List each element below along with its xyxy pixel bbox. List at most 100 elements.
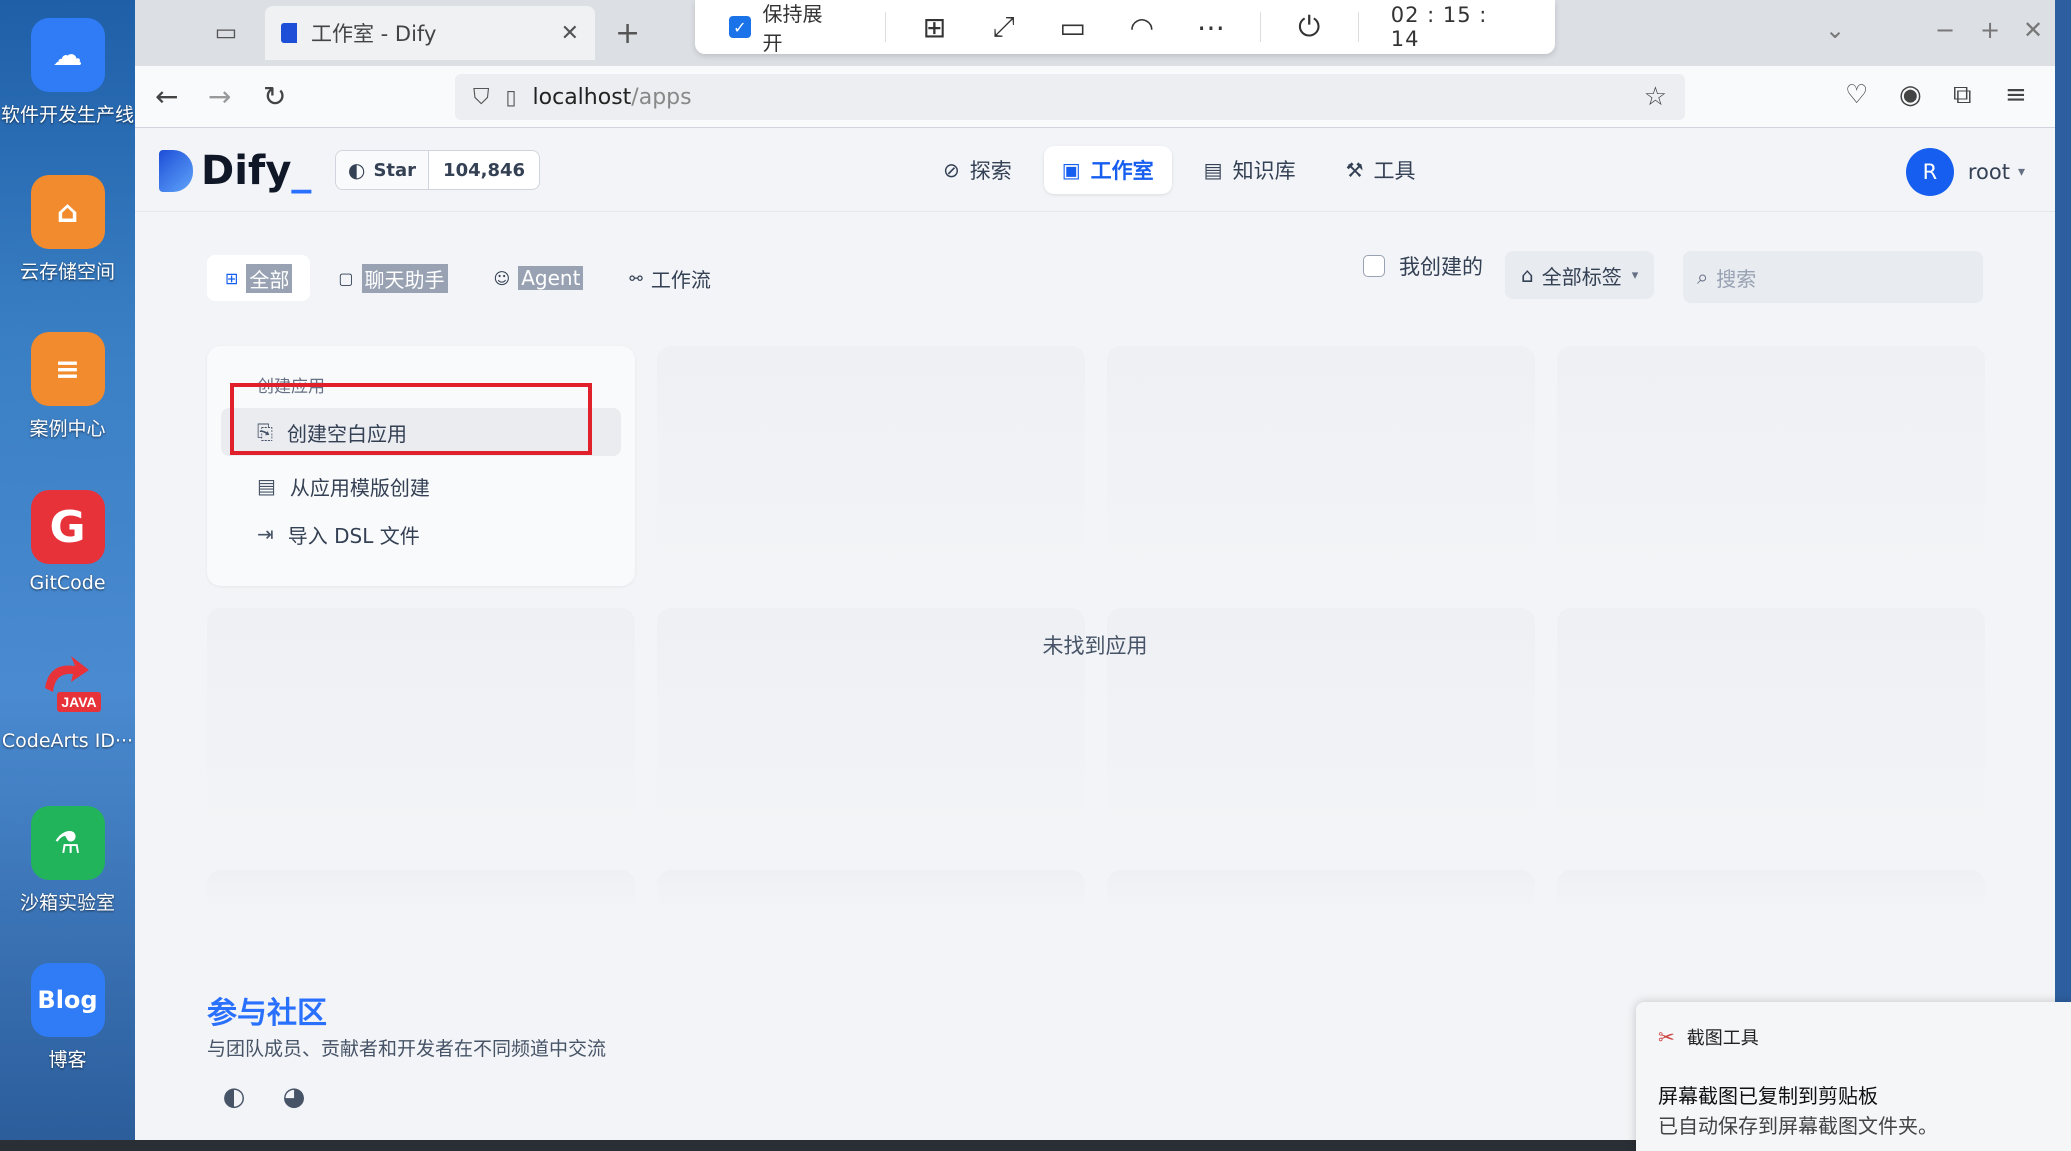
shield-icon[interactable]: ⛉ — [473, 85, 490, 110]
nav-label: 知识库 — [1232, 159, 1296, 183]
session-timer: 02 : 15 : 14 — [1390, 3, 1488, 51]
desktop-icons: ☁ 软件开发生产线 ⌂ 云存储空间 ≡ 案例中心 G GitCode JAVA … — [0, 0, 135, 1151]
pocket-icon[interactable]: ♡ — [1845, 80, 1868, 110]
blog-icon: Blog — [30, 963, 105, 1037]
keep-expanded-label: 保持展开 — [762, 2, 823, 55]
forward-arrow-icon[interactable]: → — [208, 80, 231, 113]
search-input[interactable]: ⌕ 搜索 — [1683, 251, 1983, 303]
keep-expanded-checkbox[interactable]: ✓ — [729, 16, 751, 38]
placeholder-card — [1557, 346, 1985, 586]
my-created-toggle[interactable]: 我创建的 — [1363, 251, 1483, 281]
display-icon[interactable]: ▭ — [1053, 9, 1092, 45]
desktop-item-case-center[interactable]: ≡ 案例中心 — [0, 332, 135, 441]
new-tab-icon[interactable]: + — [615, 16, 640, 51]
tab-title: 工作室 - Dify — [311, 22, 437, 46]
nav-explore[interactable]: ⊘ 探索 — [925, 146, 1030, 194]
book-icon: ▤ — [1203, 158, 1223, 182]
chat-icon: ▢ — [338, 268, 354, 288]
reload-icon[interactable]: ↻ — [263, 80, 286, 113]
user-name: root — [1967, 160, 2010, 184]
sandbox-lab-icon: ⚗ — [30, 806, 105, 880]
power-icon[interactable]: ⏻ — [1290, 9, 1329, 45]
robot-icon: ▣ — [1061, 158, 1081, 182]
workflow-icon: ⚯ — [629, 268, 643, 288]
page-info-icon[interactable]: ▯ — [506, 85, 517, 109]
nav-tools[interactable]: ⚒ 工具 — [1328, 146, 1434, 194]
my-created-checkbox[interactable] — [1363, 255, 1385, 277]
placeholder-card — [657, 870, 1085, 910]
toast-app-name: 截图工具 — [1686, 1028, 1759, 1049]
bookmark-star-icon[interactable]: ☆ — [1644, 82, 1667, 112]
filter-tab-all[interactable]: ⊞ 全部 — [207, 255, 311, 301]
browser-window: ▭ 工作室 - Dify ✕ + ⌄ − + ✕ ← → ↻ ⛉ ▯ local… — [135, 0, 2055, 1140]
avatar: R — [1905, 148, 1954, 196]
fullscreen-icon[interactable]: ⤢ — [984, 9, 1023, 45]
filter-tab-workflow[interactable]: ⚯ 工作流 — [611, 255, 728, 301]
tab-list-chevron-icon[interactable]: ⌄ — [1825, 16, 1845, 44]
nav-label: 探索 — [969, 159, 1012, 183]
address-bar[interactable]: ⛉ ▯ localhost/apps ☆ — [455, 74, 1685, 120]
more-options-icon[interactable]: ⋯ — [1191, 9, 1230, 45]
wifi-icon[interactable]: ◠ — [1122, 9, 1161, 45]
community-title: 参与社区 — [207, 996, 327, 1031]
desktop-item-devops[interactable]: ☁ 软件开发生产线 — [0, 18, 135, 127]
browser-tab-active[interactable]: 工作室 - Dify ✕ — [265, 6, 595, 60]
minimize-icon[interactable]: − — [1935, 16, 1955, 44]
desktop-item-label: 云存储空间 — [19, 261, 115, 283]
brand-name: Dify — [201, 148, 292, 194]
back-arrow-icon[interactable]: ← — [155, 80, 178, 113]
desktop-item-label: 博客 — [48, 1049, 87, 1071]
placeholder-card — [1557, 870, 1985, 910]
desktop-item-codearts[interactable]: JAVA CodeArts ID··· — [0, 648, 135, 752]
import-dsl-button[interactable]: ⇥ 导入 DSL 文件 — [221, 510, 621, 558]
cloud-devops-icon: ☁ — [30, 18, 105, 92]
screenshot-toast[interactable]: ✂ 截图工具 屏幕截图已复制到剪贴板 已自动保存到屏幕截图文件夹。 — [1636, 1002, 2071, 1151]
desktop-item-label: 案例中心 — [29, 418, 106, 440]
nav-knowledge[interactable]: ▤ 知识库 — [1186, 146, 1314, 194]
tag-icon: ⌂ — [1521, 263, 1534, 287]
toast-title: 屏幕截图已复制到剪贴板 — [1658, 1084, 1878, 1108]
desktop-item-sandbox[interactable]: ⚗ 沙箱实验室 — [0, 806, 135, 915]
desktop-item-label: GitCode — [29, 572, 106, 594]
search-icon: ⌕ — [1697, 265, 1709, 289]
filter-tab-label: 工作流 — [650, 267, 711, 292]
filter-tab-agent[interactable]: ☺ Agent — [476, 255, 602, 301]
community-links: ◐ ◕ — [217, 1080, 337, 1114]
close-tab-icon[interactable]: ✕ — [561, 21, 579, 46]
desktop-item-gitcode[interactable]: G GitCode — [0, 490, 135, 594]
desktop-item-label: 沙箱实验室 — [19, 892, 115, 914]
github-star-button[interactable]: ◐ Star 104,846 — [335, 150, 541, 190]
filter-tab-label: 聊天助手 — [361, 263, 448, 293]
placeholder-card — [207, 870, 635, 910]
nav-studio[interactable]: ▣ 工作室 — [1043, 146, 1172, 194]
navigation-bar: ← → ↻ ⛉ ▯ localhost/apps ☆ ♡ ◉ ⧉ ≡ — [135, 66, 2055, 128]
app-type-filters: ⊞ 全部 ▢ 聊天助手 ☺ Agent ⚯ 工作流 — [207, 255, 739, 301]
extensions-icon[interactable]: ⧉ — [1953, 80, 1972, 111]
desktop-item-cloud-storage[interactable]: ⌂ 云存储空间 — [0, 175, 135, 284]
github-icon[interactable]: ◐ — [217, 1080, 251, 1114]
discord-icon[interactable]: ◕ — [277, 1080, 311, 1114]
add-screen-icon[interactable]: ⊞ — [915, 9, 954, 45]
tag-filter-dropdown[interactable]: ⌂ 全部标签 ▾ — [1505, 251, 1655, 299]
menu-icon[interactable]: ≡ — [2005, 80, 2027, 110]
filter-tab-chat[interactable]: ▢ 聊天助手 — [320, 255, 465, 301]
close-window-icon[interactable]: ✕ — [2023, 16, 2043, 44]
url-path: /apps — [631, 84, 692, 110]
maximize-icon[interactable]: + — [1980, 16, 2000, 44]
account-icon[interactable]: ◉ — [1899, 80, 1922, 110]
community-subtitle: 与团队成员、贡献者和开发者在不同频道中交流 — [207, 1038, 607, 1060]
annotation-highlight-box — [230, 383, 592, 455]
agent-icon: ☺ — [493, 268, 511, 288]
user-menu[interactable]: R root ▾ — [1905, 148, 2025, 196]
dify-logo-mark-icon — [159, 150, 193, 192]
dify-logo[interactable]: Dify_ — [159, 148, 311, 194]
template-icon: ▤ — [257, 474, 276, 498]
nav-label: 工作室 — [1090, 159, 1154, 183]
empty-state-message: 未找到应用 — [1042, 634, 1148, 658]
create-from-template-button[interactable]: ▤ 从应用模版创建 — [221, 462, 621, 510]
tab-overview-icon[interactable]: ▭ — [210, 18, 242, 48]
filter-tab-label: 全部 — [246, 263, 293, 293]
desktop-right-edge — [2055, 0, 2071, 1140]
main-nav: ⊘ 探索 ▣ 工作室 ▤ 知识库 ⚒ 工具 — [925, 146, 1448, 194]
desktop-item-blog[interactable]: Blog 博客 — [0, 963, 135, 1072]
